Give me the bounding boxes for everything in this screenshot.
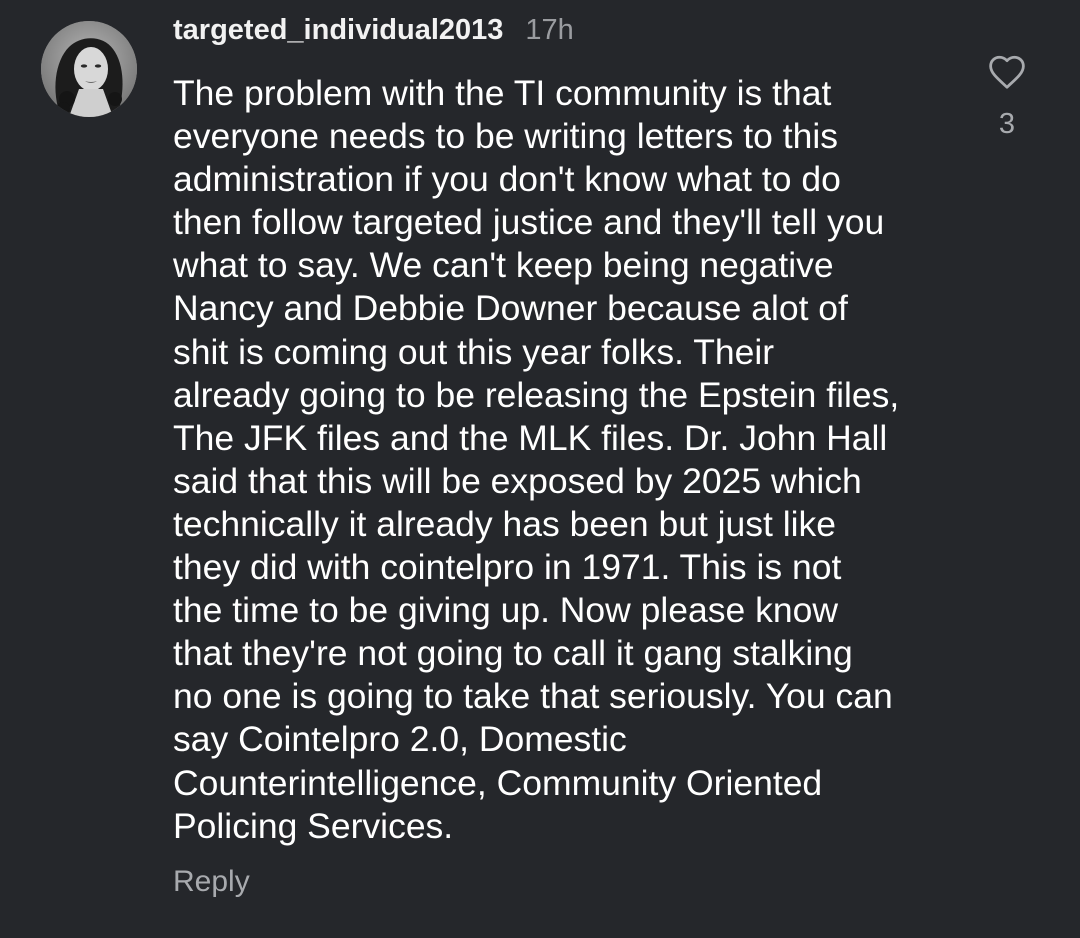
timestamp: 17h <box>525 14 574 46</box>
comment-body: The problem with the TI community is tha… <box>173 73 900 846</box>
like-area: 3 <box>980 54 1034 141</box>
username[interactable]: targeted_individual2013 <box>173 14 503 47</box>
avatar[interactable] <box>41 21 137 117</box>
comment-item: targeted_individual2013 17h The problem … <box>0 0 1080 938</box>
avatar-image <box>41 21 137 117</box>
like-count: 3 <box>998 108 1016 140</box>
comment-header: targeted_individual2013 17h <box>173 14 574 54</box>
heart-icon[interactable] <box>987 54 1027 90</box>
reply-button[interactable]: Reply <box>173 862 250 902</box>
